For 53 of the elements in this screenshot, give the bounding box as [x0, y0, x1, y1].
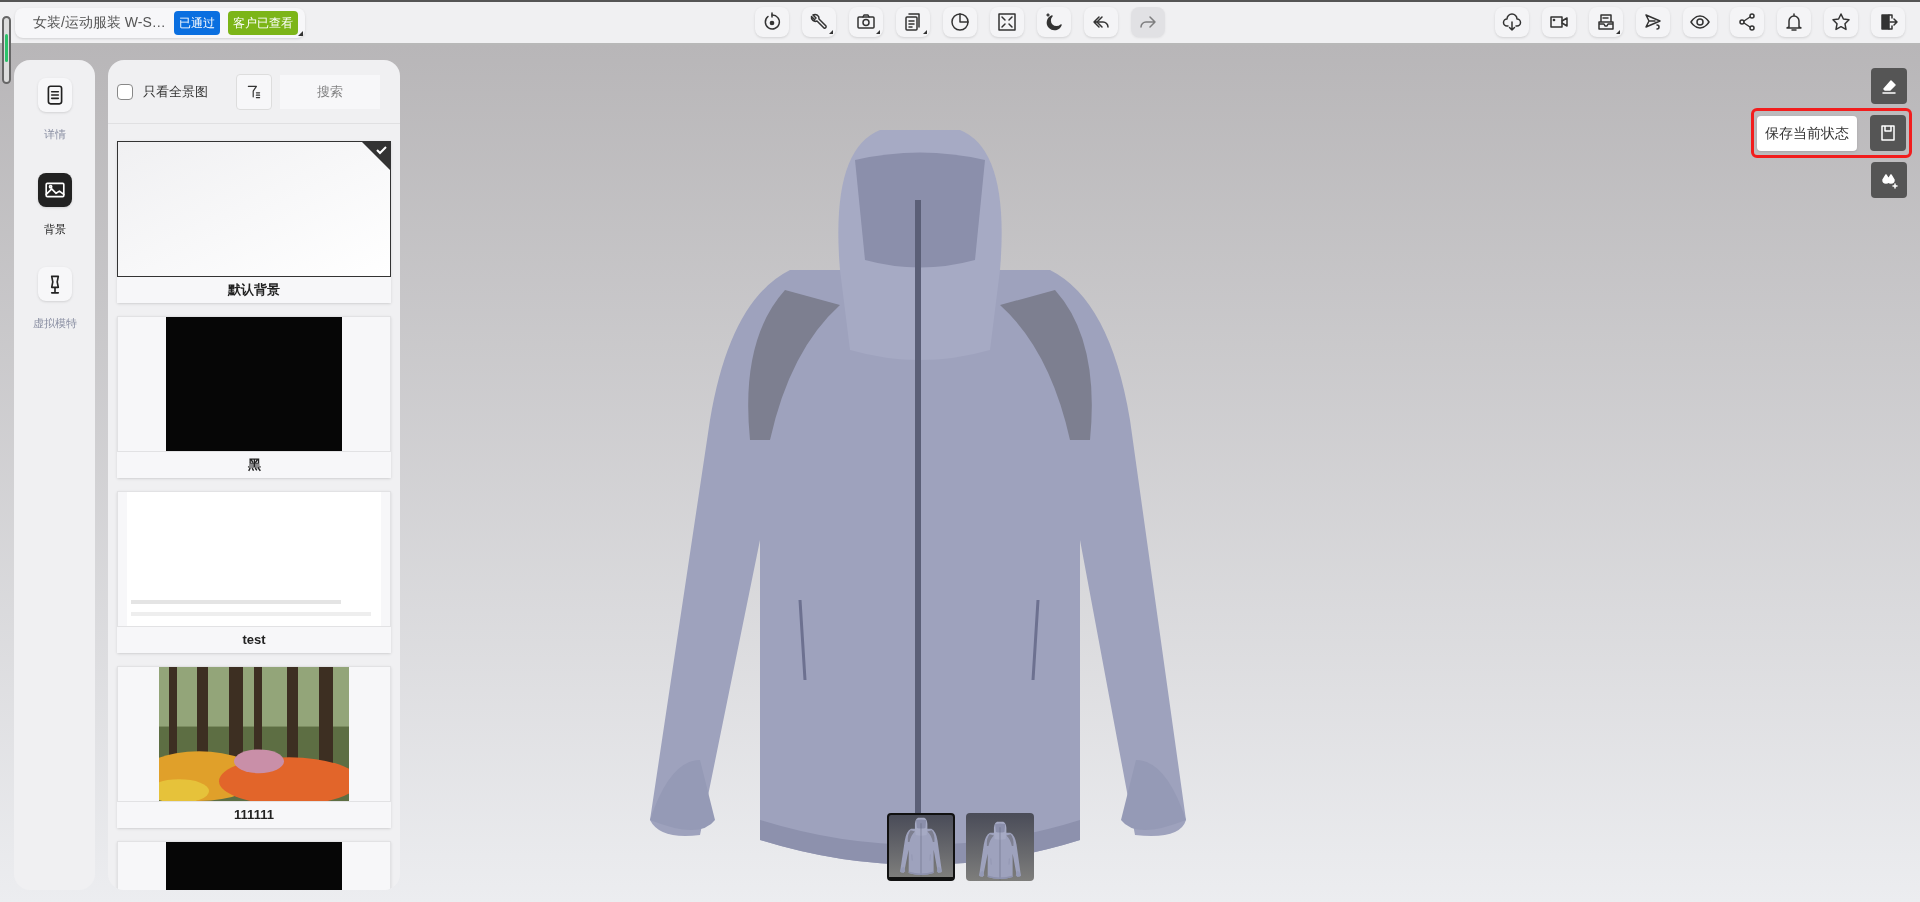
- toolbar-button[interactable]: [849, 7, 883, 37]
- share-icon: [1737, 12, 1757, 32]
- toolbar-button[interactable]: [802, 7, 836, 37]
- dropdown-corner-icon: [1616, 30, 1620, 34]
- tool-button[interactable]: [1871, 162, 1907, 198]
- tool-button[interactable]: [1870, 115, 1906, 151]
- cloud-download-icon: [1502, 12, 1522, 32]
- filter-button[interactable]: [236, 73, 272, 110]
- toolbar-button[interactable]: [1037, 7, 1071, 37]
- exit-icon: [1878, 12, 1898, 32]
- toolbar-button[interactable]: [943, 7, 977, 37]
- toolbar-button[interactable]: [1730, 7, 1764, 37]
- background-card[interactable]: 黑: [117, 316, 391, 478]
- tool-button[interactable]: [1871, 68, 1907, 104]
- moon-icon: [1044, 12, 1064, 32]
- toolbar-button[interactable]: [1084, 7, 1118, 37]
- toolbar-button[interactable]: [755, 7, 789, 37]
- save-icon: [1878, 123, 1898, 143]
- dropdown-corner-icon: [923, 30, 927, 34]
- status-badge: 客户已查看: [227, 10, 298, 35]
- document-stack-icon: [903, 12, 923, 32]
- star-icon: [1831, 12, 1851, 32]
- toolbar-button[interactable]: [1683, 7, 1717, 37]
- selected-check-icon: [362, 142, 390, 170]
- background-card[interactable]: 111111: [117, 666, 391, 828]
- camera-icon: [856, 12, 876, 32]
- bell-icon: [1784, 12, 1804, 32]
- wrench-icon: [809, 12, 829, 32]
- toolbar-button[interactable]: [1542, 7, 1576, 37]
- toolbar-button[interactable]: [896, 7, 930, 37]
- fullscreen-icon: [997, 12, 1017, 32]
- tooltip: 保存当前状态: [1757, 115, 1857, 151]
- dropdown-corner-icon: [876, 30, 880, 34]
- checkbox[interactable]: [117, 83, 133, 100]
- toolbar-button[interactable]: [1495, 7, 1529, 37]
- search-field[interactable]: 搜索: [280, 74, 380, 109]
- dropdown-corner-icon: [829, 30, 833, 34]
- document-title: 女装/运动服装 W-S…: [33, 13, 166, 32]
- send-back-icon: [1643, 12, 1663, 32]
- background-card[interactable]: test: [117, 491, 391, 653]
- status-badge: 已通过: [173, 10, 220, 35]
- toolbar-button[interactable]: [1636, 7, 1670, 37]
- rotate-icon: [762, 12, 782, 32]
- toolbar-button[interactable]: [1871, 7, 1905, 37]
- eye-icon: [1690, 12, 1710, 32]
- checkbox-label: 只看全景图: [143, 82, 208, 101]
- toolbar-button[interactable]: [1589, 7, 1623, 37]
- pie-chart-icon: [950, 12, 970, 32]
- toolbar-button[interactable]: [1777, 7, 1811, 37]
- inbox-icon: [1596, 12, 1616, 32]
- toolbar-button[interactable]: [1824, 7, 1858, 37]
- toolbar-button[interactable]: [990, 7, 1024, 37]
- background-card[interactable]: 默认背景: [117, 141, 391, 303]
